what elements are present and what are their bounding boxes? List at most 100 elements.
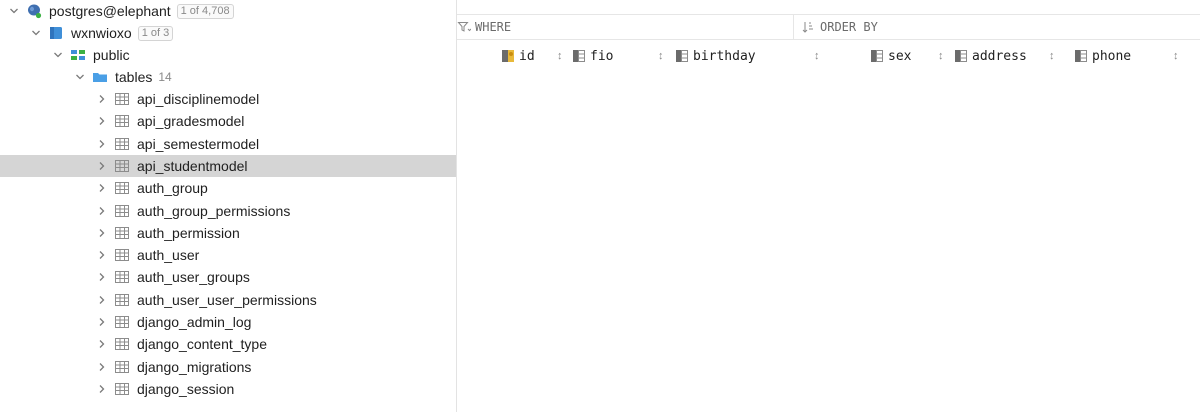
column-icon: [1074, 49, 1088, 63]
filter-icon: [457, 20, 471, 34]
table-icon: [114, 91, 130, 107]
column-header-label: id: [519, 48, 535, 64]
database-label: wxnwioxo: [71, 25, 132, 41]
sort-toggle-icon[interactable]: ↕: [1173, 44, 1179, 68]
tree-node-connection[interactable]: postgres@elephant 1 of 4,708: [0, 0, 456, 22]
sort-toggle-icon[interactable]: ↕: [1049, 44, 1055, 68]
chevron-right-icon[interactable]: [96, 138, 108, 150]
where-label: WHERE: [475, 20, 512, 34]
column-header-sex[interactable]: sex: [870, 44, 911, 68]
schema-label: public: [93, 47, 130, 63]
tree-item-table[interactable]: auth_group: [0, 177, 456, 199]
where-filter[interactable]: WHERE: [457, 15, 794, 39]
column-icon: [675, 49, 689, 63]
tree-item-table[interactable]: django_session: [0, 378, 456, 400]
chevron-right-icon[interactable]: [96, 383, 108, 395]
sort-toggle-icon[interactable]: ↕: [814, 44, 820, 68]
table-icon: [114, 381, 130, 397]
table-label: auth_permission: [137, 224, 240, 241]
order-by-filter[interactable]: ORDER BY: [794, 15, 1200, 39]
column-header-label: fio: [590, 48, 614, 64]
tree-item-table[interactable]: api_studentmodel: [0, 154, 456, 177]
table-label: api_gradesmodel: [137, 113, 245, 130]
table-icon: [114, 225, 130, 241]
chevron-right-icon[interactable]: [96, 115, 108, 127]
database-tree: postgres@elephant 1 of 4,708 wxnwioxo 1 …: [0, 0, 456, 412]
primary-key-column-icon: [501, 49, 515, 63]
tree-item-table[interactable]: auth_user_groups: [0, 266, 456, 288]
tree-item-table[interactable]: auth_group_permissions: [0, 200, 456, 222]
table-label: api_disciplinemodel: [137, 91, 260, 107]
column-header-label: address: [972, 48, 1027, 64]
column-header-phone[interactable]: phone: [1074, 44, 1131, 68]
table-label: django_session: [137, 380, 235, 397]
chevron-right-icon[interactable]: [96, 160, 108, 172]
table-icon: [114, 269, 130, 285]
table-icon: [114, 158, 130, 174]
chevron-right-icon[interactable]: [96, 93, 108, 105]
table-icon: [114, 136, 130, 152]
tree-item-table[interactable]: django_content_type: [0, 333, 456, 355]
chevron-right-icon[interactable]: [96, 249, 108, 261]
table-label: api_studentmodel: [137, 157, 248, 174]
sort-order-icon: [802, 20, 816, 34]
order-by-label: ORDER BY: [820, 20, 878, 34]
chevron-right-icon[interactable]: [96, 316, 108, 328]
chevron-right-icon[interactable]: [96, 361, 108, 373]
column-icon: [870, 49, 884, 63]
table-label: api_semestermodel: [137, 135, 260, 152]
column-header-row: id ↕ fio ↕ birthday ↕ sex ↕ address ↕ phone ↕: [457, 44, 1200, 68]
table-label: django_migrations: [137, 358, 252, 375]
tree-item-table[interactable]: api_disciplinemodel: [0, 88, 456, 110]
chevron-down-icon[interactable]: [74, 71, 86, 83]
tree-item-table[interactable]: api_gradesmodel: [0, 110, 456, 132]
chevron-right-icon[interactable]: [96, 271, 108, 283]
postgres-elephant-icon: [26, 3, 42, 19]
connection-label: postgres@elephant: [49, 3, 171, 19]
sort-toggle-icon[interactable]: ↕: [938, 44, 944, 68]
connection-badge: 1 of 4,708: [176, 3, 234, 19]
tree-item-table[interactable]: auth_permission: [0, 222, 456, 244]
tree-node-tables-folder[interactable]: tables 14: [0, 66, 456, 88]
table-label: django_content_type: [137, 336, 267, 353]
column-icon: [572, 49, 586, 63]
table-icon: [114, 180, 130, 196]
schema-icon: [70, 47, 86, 63]
chevron-right-icon[interactable]: [96, 338, 108, 350]
chevron-right-icon[interactable]: [96, 294, 108, 306]
chevron-down-icon[interactable]: [8, 5, 20, 17]
table-icon: [114, 292, 130, 308]
tree-item-table[interactable]: django_admin_log: [0, 311, 456, 333]
column-header-label: phone: [1092, 48, 1132, 64]
table-label: auth_group_permissions: [137, 202, 291, 219]
tables-folder-label: tables: [115, 69, 153, 85]
table-label: auth_user_groups: [137, 269, 250, 286]
chevron-right-icon[interactable]: [96, 227, 108, 239]
tree-node-schema[interactable]: public: [0, 44, 456, 66]
tree-item-table[interactable]: auth_user: [0, 244, 456, 266]
tree-node-database[interactable]: wxnwioxo 1 of 3: [0, 22, 456, 44]
data-grid: WHERE ORDER BY id ↕ fio ↕ birthday ↕ sex ↕ addre…: [457, 0, 1200, 412]
tree-item-table[interactable]: auth_user_user_permissions: [0, 289, 456, 311]
tree-item-table[interactable]: api_semestermodel: [0, 133, 456, 155]
table-icon: [114, 314, 130, 330]
tree-item-table[interactable]: django_migrations: [0, 356, 456, 378]
sort-toggle-icon[interactable]: ↕: [557, 44, 563, 68]
table-label: auth_user: [137, 247, 200, 264]
column-header-fio[interactable]: fio: [572, 44, 613, 68]
table-label: django_admin_log: [137, 314, 252, 330]
column-header-id[interactable]: id: [501, 44, 535, 68]
column-header-address[interactable]: address: [954, 44, 1027, 68]
table-icon: [114, 247, 130, 263]
filter-bar: WHERE ORDER BY: [457, 14, 1200, 40]
chevron-down-icon[interactable]: [52, 49, 64, 61]
chevron-down-icon[interactable]: [30, 27, 42, 39]
chevron-right-icon[interactable]: [96, 205, 108, 217]
column-header-birthday[interactable]: birthday: [675, 44, 756, 68]
folder-icon: [92, 69, 108, 85]
table-label: auth_group: [137, 180, 208, 197]
column-header-label: birthday: [693, 48, 756, 64]
column-header-label: sex: [888, 48, 912, 64]
chevron-right-icon[interactable]: [96, 182, 108, 194]
sort-toggle-icon[interactable]: ↕: [658, 44, 664, 68]
